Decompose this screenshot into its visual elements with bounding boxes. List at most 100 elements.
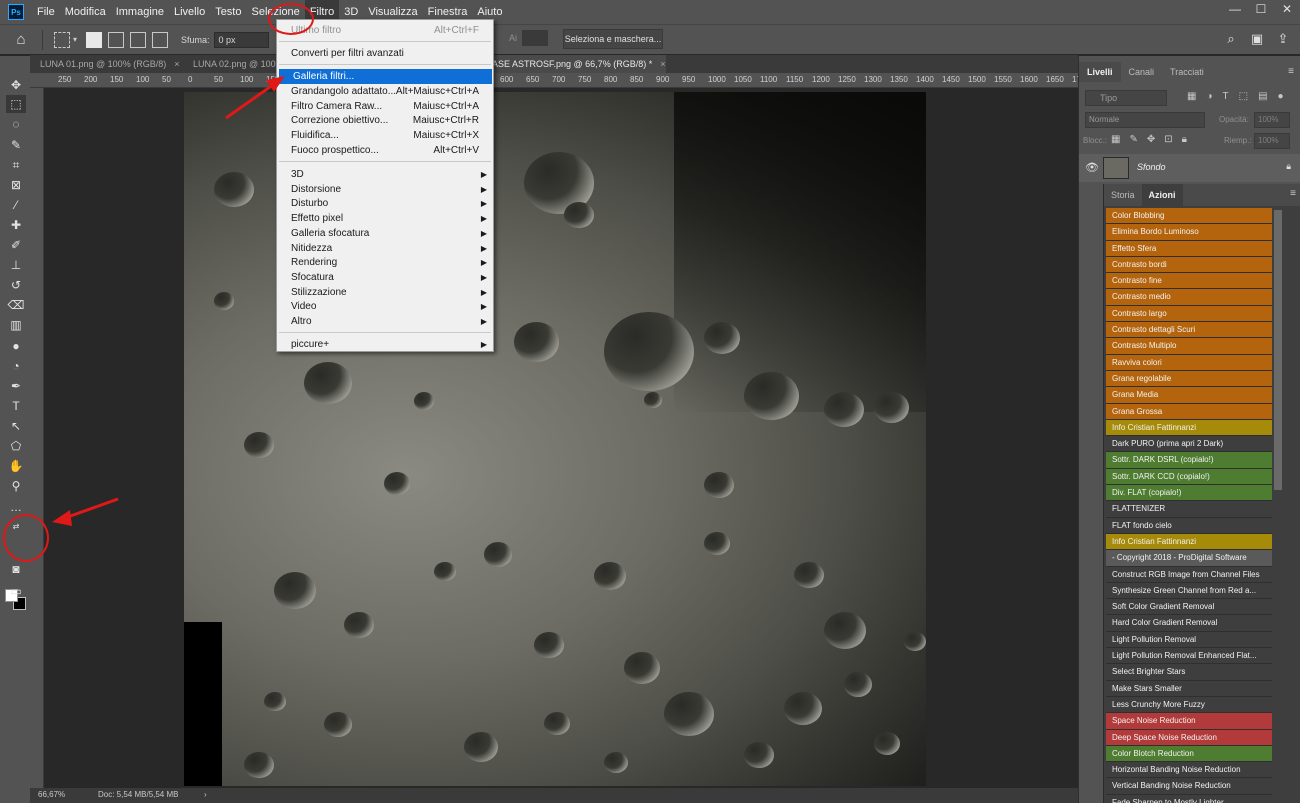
search-icon[interactable]: ⌕ (1220, 29, 1242, 49)
action-item[interactable]: Fade Sharpen to Mostly Lighter (1106, 794, 1272, 803)
adjustment-filter-icon[interactable]: ◑ (1206, 91, 1212, 102)
share-icon[interactable]: ⇪ (1272, 29, 1294, 49)
action-item[interactable]: Contrasto dettagli Scuri (1106, 322, 1272, 339)
hand-tool-icon[interactable]: ✋ (6, 457, 26, 475)
status-menu-arrow[interactable]: › (204, 790, 207, 799)
home-icon[interactable]: ⌂ (8, 29, 34, 51)
layer-name[interactable]: Sfondo (1137, 162, 1166, 172)
antialias-field[interactable] (522, 30, 548, 46)
zoom-level[interactable]: 66,67% (38, 790, 65, 799)
action-item[interactable]: Make Stars Smaller (1106, 680, 1272, 697)
menu-item-galleria-filtri[interactable]: Galleria filtri... (279, 69, 492, 84)
lock-artboard-icon[interactable]: ⊡ (1164, 134, 1172, 145)
menu-item-fluidifica[interactable]: Fluidifica... Maiusc+Ctrl+X (277, 128, 493, 143)
marquee-tool-icon[interactable]: ⬚ (6, 95, 26, 113)
menu-item-submenu[interactable]: 3D ▶ (277, 167, 493, 182)
menu-item-submenu[interactable]: Rendering ▶ (277, 255, 493, 270)
action-item[interactable]: Elimina Bordo Luminoso (1106, 224, 1272, 241)
opacity-input[interactable]: 100% (1254, 112, 1290, 128)
action-item[interactable]: Ravviva colori (1106, 354, 1272, 371)
move-tool-icon[interactable]: ✥ (6, 76, 26, 94)
smart-object-filter-icon[interactable]: ▤ (1258, 91, 1267, 102)
zoom-tool-icon[interactable]: ⚲ (6, 477, 26, 495)
action-item[interactable]: - Copyright 2018 - ProDigital Software (1106, 550, 1272, 567)
lock-position-icon[interactable]: ✥ (1147, 134, 1155, 145)
quick-mask-icon[interactable]: ◙ (6, 560, 26, 578)
actions-menu-icon[interactable]: ≡ (1290, 188, 1296, 199)
minimize-button[interactable]: — (1222, 0, 1248, 20)
blur-tool-icon[interactable]: ● (6, 337, 26, 355)
intersect-selection-icon[interactable] (152, 31, 169, 48)
layer-kind-select[interactable]: Tipo (1085, 90, 1167, 106)
action-item[interactable]: Sottr. DARK CCD (copialo!) (1106, 468, 1272, 486)
action-item[interactable]: Sottr. DARK DSRL (copialo!) (1106, 452, 1272, 469)
menu-item-piccure[interactable]: piccure+ ▶ (277, 337, 493, 352)
dodge-tool-icon[interactable]: ◔ (6, 357, 26, 375)
action-item[interactable]: Less Crunchy More Fuzzy (1106, 696, 1272, 714)
action-item[interactable]: Deep Space Noise Reduction (1106, 729, 1272, 746)
marquee-preset-icon[interactable] (54, 31, 70, 48)
tab-livelli[interactable]: Livelli (1079, 62, 1121, 82)
tab-storia[interactable]: Storia (1104, 184, 1142, 206)
lock-all-icon[interactable]: 🔒︎ (1182, 134, 1187, 145)
action-item[interactable]: Grana regolabile (1106, 370, 1272, 388)
menu-item-submenu[interactable]: Galleria sfocatura ▶ (277, 226, 493, 241)
action-item[interactable]: Contrasto Multiplo (1106, 338, 1272, 355)
tab-azioni[interactable]: Azioni (1141, 184, 1183, 206)
maximize-button[interactable]: ☐ (1248, 0, 1274, 20)
panel-menu-icon[interactable]: ≡ (1288, 66, 1294, 77)
action-item[interactable]: Vertical Banding Noise Reduction (1106, 778, 1272, 795)
tab-tracciati[interactable]: Tracciati (1162, 62, 1212, 82)
action-item[interactable]: FLATTENIZER (1106, 501, 1272, 518)
action-item[interactable]: Contrasto largo (1106, 305, 1272, 323)
filter-toggle-icon[interactable]: ● (1278, 91, 1284, 102)
action-item[interactable]: Synthesize Green Channel from Red a... (1106, 582, 1272, 600)
lock-pixels-icon[interactable]: ✎ (1129, 134, 1137, 145)
close-icon[interactable]: × (174, 59, 179, 69)
action-item[interactable]: Color Blotch Reduction (1106, 745, 1272, 763)
chevron-down-icon[interactable]: ▾ (73, 35, 77, 44)
action-item[interactable]: Info Cristian Fattinnanzi (1106, 533, 1272, 551)
brush-tool-icon[interactable]: ✐ (6, 236, 26, 254)
layer-row-sfondo[interactable]: 👁︎ Sfondo 🔒︎ (1079, 154, 1300, 182)
action-item[interactable]: Contrasto medio (1106, 289, 1272, 306)
shape-filter-icon[interactable]: ⬚ (1239, 91, 1248, 102)
close-icon[interactable]: × (660, 59, 665, 69)
clone-stamp-tool-icon[interactable]: ⊥ (6, 256, 26, 274)
eyedropper-tool-icon[interactable]: ⁄ (6, 196, 26, 214)
tab-luna-01[interactable]: LUNA 01.png @ 100% (RGB/8) × (30, 55, 182, 73)
menu-testo[interactable]: Testo (210, 0, 246, 24)
actions-scrollbar-thumb[interactable] (1274, 210, 1282, 490)
lasso-tool-icon[interactable]: ◌ (6, 115, 26, 133)
action-item[interactable]: FLAT fondo cielo (1106, 517, 1272, 534)
menu-item-submenu[interactable]: Nitidezza ▶ (277, 241, 493, 256)
select-and-mask-button[interactable]: Seleziona e maschera... (563, 29, 663, 49)
menu-item-correzione-obiettivo[interactable]: Correzione obiettivo... Maiusc+Ctrl+R (277, 113, 493, 128)
menu-item-submenu[interactable]: Sfocatura ▶ (277, 270, 493, 285)
frame-tool-icon[interactable]: ⊠ (6, 176, 26, 194)
pixel-filter-icon[interactable]: ▦ (1187, 91, 1196, 102)
visibility-eye-icon[interactable]: 👁︎ (1085, 161, 1099, 174)
shape-tool-icon[interactable]: ⬠ (6, 437, 26, 455)
menu-item-submenu[interactable]: Altro ▶ (277, 314, 493, 329)
menu-item-camera-raw[interactable]: Filtro Camera Raw... Maiusc+Ctrl+A (277, 99, 493, 114)
menu-item-grandangolo[interactable]: Grandangolo adattato... Alt+Maiusc+Ctrl+… (277, 84, 493, 99)
action-item[interactable]: Effetto Sfera (1106, 240, 1272, 257)
workspace-icon[interactable]: ▣ (1246, 29, 1268, 49)
screen-mode-icon[interactable]: ▭ (6, 582, 26, 600)
path-selection-tool-icon[interactable]: ↖ (6, 417, 26, 435)
tab-canali[interactable]: Canali (1121, 62, 1163, 82)
action-item[interactable]: Grana Grossa (1106, 403, 1272, 420)
action-item[interactable]: Contrasto bordi (1106, 256, 1272, 274)
action-item[interactable]: Div. FLAT (copialo!) (1106, 485, 1272, 502)
menu-livello[interactable]: Livello (169, 0, 210, 24)
lock-transparency-icon[interactable]: ▦ (1111, 134, 1120, 145)
menu-modifica[interactable]: Modifica (60, 0, 111, 24)
healing-brush-tool-icon[interactable]: ✚ (6, 216, 26, 234)
menu-file[interactable]: File (32, 0, 60, 24)
close-button[interactable]: ✕ (1274, 0, 1300, 20)
action-item[interactable]: Space Noise Reduction (1106, 713, 1272, 730)
menu-item-submenu[interactable]: Stilizzazione ▶ (277, 285, 493, 300)
history-brush-tool-icon[interactable]: ↺ (6, 276, 26, 294)
action-item[interactable]: Light Pollution Removal (1106, 631, 1272, 649)
